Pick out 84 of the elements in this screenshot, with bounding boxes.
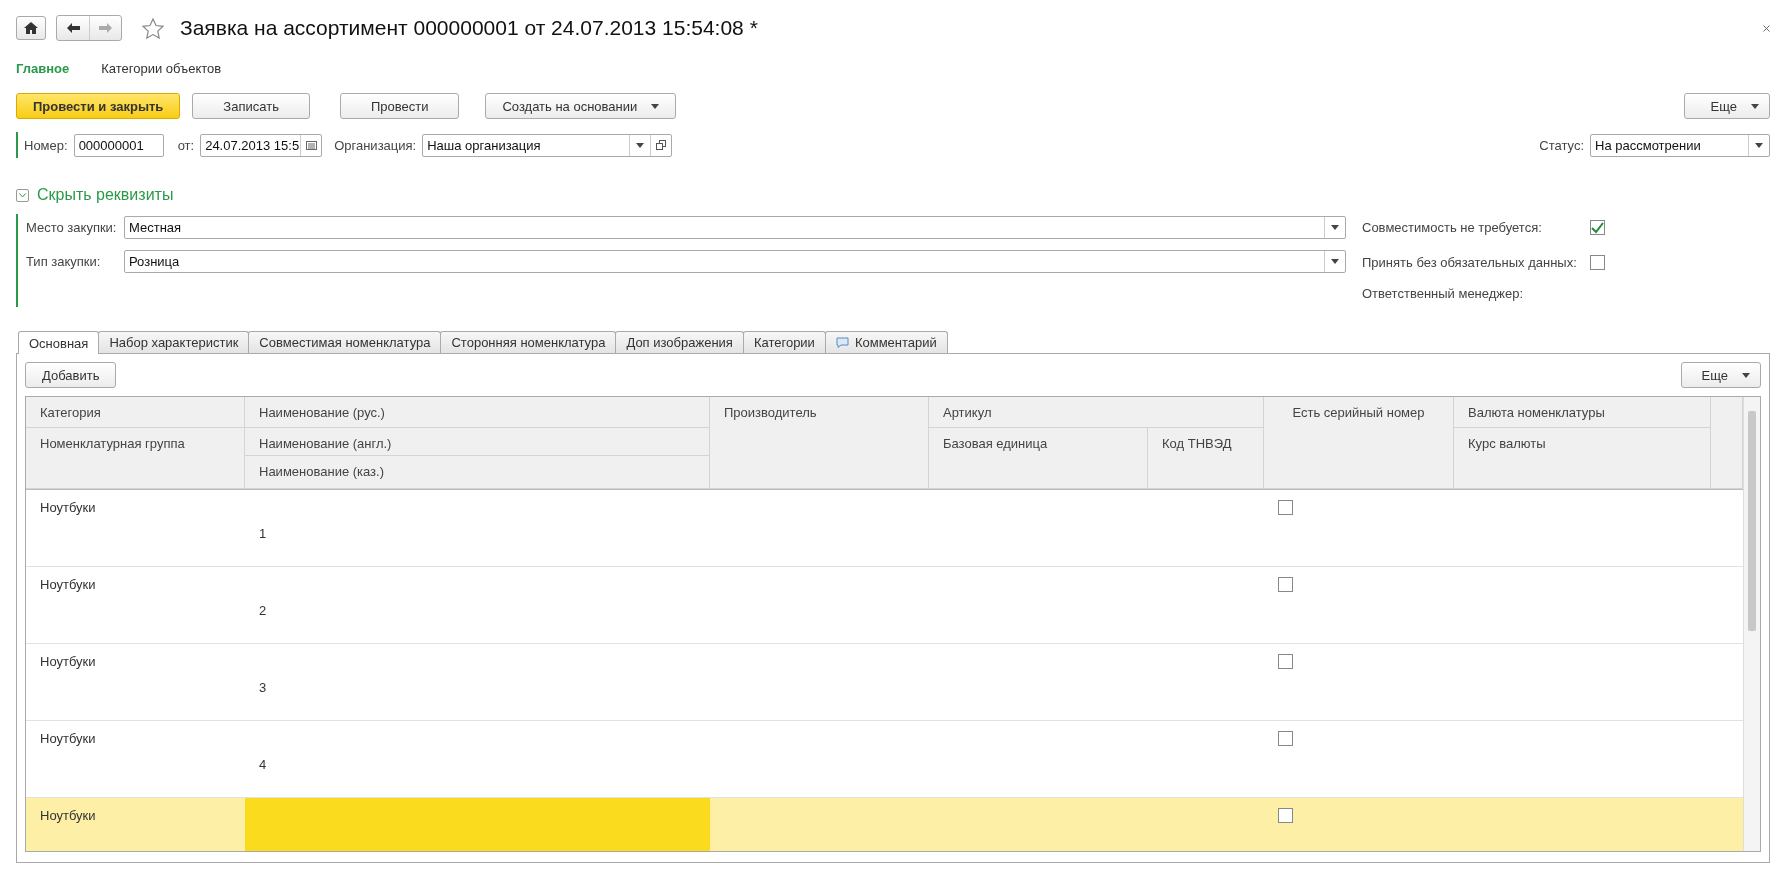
- table-cell: Ноутбуки: [40, 808, 96, 823]
- scrollbar[interactable]: [1743, 397, 1760, 851]
- table-row[interactable]: Ноутбуки 1: [26, 490, 1743, 567]
- window-title: Заявка на ассортимент 000000001 от 24.07.2013 15:54:08 *: [180, 16, 758, 40]
- caret-icon: [636, 142, 645, 148]
- field-label: Организация:: [334, 137, 417, 153]
- caret-icon: [1751, 103, 1759, 109]
- checkmark-icon: [1591, 221, 1604, 234]
- right-arrow-icon: [99, 23, 112, 33]
- column-header: Номенклатурная группа: [26, 428, 245, 489]
- dropdown-button[interactable]: Создать на основании: [485, 93, 677, 119]
- table-cell-text: 1: [259, 526, 268, 541]
- section-tab[interactable]: Категории объектов: [101, 60, 222, 76]
- open-form-icon: [656, 140, 667, 150]
- table-cell: Ноутбуки: [40, 731, 96, 746]
- field-label: Место закупки:: [26, 220, 118, 235]
- column-header: Базовая единица: [929, 428, 1148, 489]
- field-label: от:: [177, 137, 195, 153]
- caret-icon: [1331, 259, 1339, 264]
- column-header: Производитель: [710, 397, 929, 489]
- number-field[interactable]: 000000001: [73, 133, 164, 157]
- table-cell-text: 3: [259, 680, 268, 695]
- table-row[interactable]: Ноутбуки: [26, 798, 1743, 851]
- caret-icon: [1331, 225, 1339, 230]
- field-label: Номер:: [24, 137, 68, 153]
- more-button[interactable]: Еще: [1680, 362, 1761, 388]
- home-button[interactable]: [16, 16, 46, 40]
- tab[interactable]: Совместимая номенклатура: [248, 331, 442, 353]
- checkbox-label: Принять без обязательных данных:: [1362, 255, 1576, 270]
- tab[interactable]: Основная: [18, 331, 100, 354]
- dropdown-field[interactable]: Розница: [124, 250, 1346, 273]
- column-header: Категория: [26, 397, 245, 428]
- post-and-close-button[interactable]: Провести и закрыть: [16, 93, 181, 119]
- manager-label: Ответственный менеджер:: [1362, 286, 1525, 301]
- status-field[interactable]: На рассмотрении: [1590, 133, 1770, 157]
- speech-bubble-icon: [835, 337, 849, 348]
- field-label: Статус:: [1539, 137, 1584, 153]
- checkbox[interactable]: [1590, 255, 1605, 270]
- column-header: Курс валюты: [1454, 428, 1711, 489]
- table-row[interactable]: Ноутбуки 2: [26, 567, 1743, 644]
- column-header: Есть серийный номер: [1264, 397, 1454, 489]
- table-cell: Ноутбуки: [40, 654, 96, 669]
- add-button[interactable]: Добавить: [25, 362, 117, 388]
- tab[interactable]: Сторонняя номенклатура: [440, 331, 617, 353]
- column-header: Артикул: [929, 397, 1264, 428]
- table-cell: Ноутбуки: [40, 500, 96, 515]
- checkbox[interactable]: [1278, 500, 1293, 515]
- tab[interactable]: Комментарий: [824, 331, 948, 353]
- close-icon[interactable]: [1763, 25, 1770, 32]
- column-header: Наименование (каз.): [245, 456, 710, 489]
- caret-icon: [651, 103, 660, 109]
- table-cell-text: 4: [259, 757, 268, 772]
- checkbox[interactable]: [1590, 220, 1605, 235]
- more-button[interactable]: Еще: [1683, 93, 1770, 119]
- table-row[interactable]: Ноутбуки 3: [26, 644, 1743, 721]
- toolbar-button[interactable]: Провести: [339, 93, 460, 119]
- organization-field[interactable]: Наша организация: [422, 133, 673, 157]
- checkbox[interactable]: [1278, 654, 1293, 669]
- caret-icon: [1742, 372, 1750, 378]
- table-cell-text: 2: [259, 603, 268, 618]
- checkbox[interactable]: [1278, 731, 1293, 746]
- left-arrow-icon: [66, 23, 80, 33]
- checkbox[interactable]: [1278, 808, 1293, 823]
- section-tab[interactable]: Главное: [16, 60, 70, 76]
- checkbox[interactable]: [1278, 577, 1293, 592]
- dropdown-field[interactable]: Местная: [124, 216, 1346, 239]
- table-cell: Ноутбуки: [40, 577, 96, 592]
- column-header: Наименование (рус.): [245, 397, 710, 428]
- column-header: Код ТНВЭД: [1148, 428, 1264, 489]
- home-icon: [24, 22, 38, 34]
- tab[interactable]: Категории: [742, 331, 826, 353]
- field-label: Тип закупки:: [26, 254, 102, 269]
- hide-details-toggle[interactable]: Скрыть реквизиты: [16, 184, 1770, 206]
- star-icon[interactable]: [142, 17, 164, 39]
- date-field[interactable]: 24.07.2013 15:5: [200, 133, 323, 157]
- tab[interactable]: Набор характеристик: [98, 331, 250, 353]
- checkbox-label: Совместимость не требуется:: [1362, 220, 1543, 235]
- chevron-icon: [19, 192, 26, 198]
- calendar-icon: [305, 140, 317, 150]
- column-header: Наименование (англ.): [245, 428, 710, 456]
- column-header: Валюта номенклатуры: [1454, 397, 1711, 428]
- toolbar-button[interactable]: Записать: [192, 93, 310, 119]
- caret-icon: [1755, 142, 1763, 148]
- tab[interactable]: Доп изображения: [615, 331, 744, 353]
